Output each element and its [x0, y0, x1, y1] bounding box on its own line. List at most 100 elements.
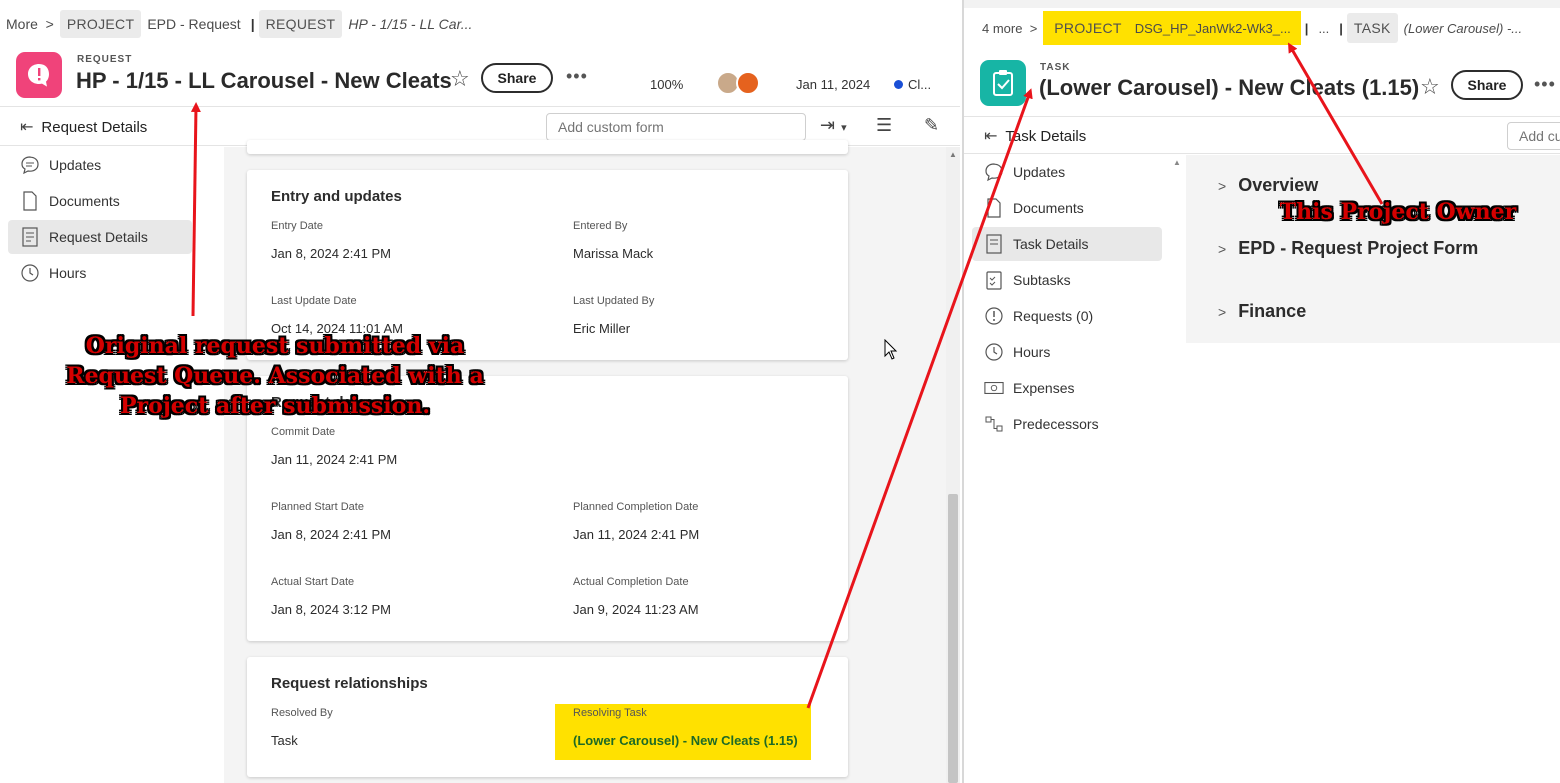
breadcrumb: More > PROJECT EPD - Request | REQUEST H…: [0, 10, 478, 38]
card-title: Entry and updates: [271, 188, 402, 205]
annotation-request-note: Original request submitted via Request Q…: [66, 333, 484, 419]
page-title[interactable]: (Lower Carousel) - New Cleats (1.15): [1039, 75, 1419, 101]
collapse-panel-icon[interactable]: ⇤: [984, 126, 997, 146]
scroll-up-icon[interactable]: ▲: [949, 150, 957, 159]
request-icon: [16, 52, 62, 98]
chevron-right-icon: >: [1218, 177, 1227, 194]
breadcrumb-more[interactable]: 4 more >: [976, 13, 1043, 43]
object-type-label: REQUEST: [77, 54, 133, 65]
entered-by-value[interactable]: Marissa Mack: [573, 246, 653, 261]
actual-start-value: Jan 8, 2024 3:12 PM: [271, 602, 391, 617]
nav-item-updates[interactable]: Updates: [8, 148, 192, 182]
project-highlight: PROJECT DSG_HP_JanWk2-Wk3_...: [1043, 11, 1301, 45]
collapse-panel-icon[interactable]: ⇤: [20, 117, 33, 137]
chevron-right-icon: >: [1218, 240, 1227, 257]
section-finance[interactable]: > Finance: [1218, 301, 1306, 322]
details-toolbar: ⇤ Task Details: [964, 116, 1560, 154]
nav-item-updates[interactable]: Updates: [972, 155, 1162, 189]
nav-item-hours[interactable]: Hours: [8, 256, 192, 290]
window-top-strip: [964, 0, 1560, 8]
money-icon: [984, 378, 1004, 398]
star-icon[interactable]: ☆: [450, 66, 470, 92]
last-update-label: Last Update Date: [271, 295, 357, 307]
planned-start-label: Planned Start Date: [271, 501, 364, 513]
nav-item-hours[interactable]: Hours: [972, 335, 1162, 369]
previous-card: [247, 140, 848, 154]
nav-item-predecessors[interactable]: Predecessors: [972, 407, 1162, 441]
share-button[interactable]: Share: [1451, 70, 1523, 100]
nav-item-expenses[interactable]: Expenses: [972, 371, 1162, 405]
details-icon: [984, 234, 1004, 254]
nav-item-task-details[interactable]: Task Details: [972, 227, 1162, 261]
status-dot-icon: [894, 80, 903, 89]
add-custom-form-input[interactable]: [1507, 122, 1560, 150]
chevron-right-icon: >: [1218, 303, 1227, 320]
object-type-label: TASK: [1040, 62, 1071, 73]
move-icon[interactable]: ⇥ ▾: [820, 115, 847, 136]
scroll-up-icon[interactable]: ▲: [1173, 158, 1181, 167]
request-relationships-card: Request relationships Resolved By Task R…: [247, 657, 848, 777]
breadcrumb-request-current: HP - 1/15 - LL Car...: [348, 16, 473, 32]
task-pane: 4 more > PROJECT DSG_HP_JanWk2-Wk3_... |…: [962, 0, 1560, 783]
breadcrumb-task-current: (Lower Carousel) -...: [1403, 20, 1523, 36]
annotation-project-owner: This Project Owner: [1279, 199, 1517, 225]
request-bubble-icon: [984, 306, 1004, 326]
planned-completion-value: Jan 11, 2024 2:41 PM: [573, 527, 700, 542]
breadcrumb-ellipsis[interactable]: ...: [1312, 13, 1335, 43]
edit-pencil-icon[interactable]: ✎: [924, 115, 939, 136]
breadcrumb-separator: |: [1304, 20, 1309, 36]
entered-by-label: Entered By: [573, 220, 628, 232]
nav-item-request-details[interactable]: Request Details: [8, 220, 192, 254]
panel-title[interactable]: ⇤ Task Details: [984, 126, 1086, 146]
resolved-by-value: Task: [271, 733, 298, 748]
request-header: REQUEST HP - 1/15 - LL Carousel - New Cl…: [16, 50, 960, 100]
screenshot-root: More > PROJECT EPD - Request | REQUEST H…: [0, 0, 1560, 783]
nav-item-subtasks[interactable]: Subtasks: [972, 263, 1162, 297]
breadcrumb-project-tag: PROJECT: [59, 10, 142, 38]
task-details-content: > Overview > EPD - Request Project Form > F…: [1186, 155, 1560, 343]
document-icon: [20, 191, 40, 211]
clock-icon: [984, 342, 1004, 362]
nav-item-documents[interactable]: Documents: [8, 184, 192, 218]
last-updated-by-value[interactable]: Eric Miller: [573, 321, 630, 336]
scrollbar-thumb[interactable]: [948, 494, 958, 783]
breadcrumb: 4 more > PROJECT DSG_HP_JanWk2-Wk3_... |…: [976, 11, 1528, 45]
team-avatar[interactable]: [736, 71, 760, 95]
add-custom-form-input[interactable]: [546, 113, 806, 141]
nav-item-documents[interactable]: Documents: [972, 191, 1162, 225]
task-sidenav: Updates Documents Task Details Subtasks …: [972, 155, 1162, 443]
resolved-by-label: Resolved By: [271, 707, 333, 719]
planned-completion-label: Planned Completion Date: [573, 501, 699, 513]
planned-date[interactable]: Jan 11, 2024: [796, 77, 870, 92]
page-title[interactable]: HP - 1/15 - LL Carousel - New Cleats: [76, 68, 452, 94]
share-button[interactable]: Share: [481, 63, 553, 93]
star-icon[interactable]: ☆: [1420, 74, 1440, 100]
breadcrumb-project-tag: PROJECT: [1054, 20, 1122, 36]
last-updated-by-label: Last Updated By: [573, 295, 655, 307]
more-options-icon[interactable]: •••: [566, 66, 588, 87]
request-sidenav: Updates Documents Request Details Hours: [8, 148, 192, 292]
clock-icon: [20, 263, 40, 283]
details-icon: [20, 227, 40, 247]
entry-date-label: Entry Date: [271, 220, 323, 232]
section-overview[interactable]: > Overview: [1218, 175, 1318, 196]
status-badge[interactable]: Cl...: [894, 77, 931, 92]
breadcrumb-more[interactable]: More >: [0, 10, 60, 38]
nav-item-requests[interactable]: Requests (0): [972, 299, 1162, 333]
predecessor-icon: [984, 414, 1004, 434]
checklist-icon: [984, 270, 1004, 290]
breadcrumb-request-tag: REQUEST: [258, 10, 343, 38]
commit-date-label: Commit Date: [271, 426, 336, 438]
breadcrumb-project-link[interactable]: EPD - Request: [141, 10, 246, 38]
breadcrumb-separator: |: [250, 16, 255, 32]
card-title: Request relationships: [271, 675, 428, 692]
panel-title[interactable]: ⇤ Request Details: [20, 117, 147, 137]
resolving-task-link[interactable]: (Lower Carousel) - New Cleats (1.15): [573, 733, 798, 748]
section-project-form[interactable]: > EPD - Request Project Form: [1218, 238, 1478, 259]
breadcrumb-project-link[interactable]: DSG_HP_JanWk2-Wk3_...: [1129, 13, 1297, 43]
actual-completion-value: Jan 9, 2024 11:23 AM: [573, 602, 699, 617]
actual-start-label: Actual Start Date: [271, 576, 355, 588]
more-options-icon[interactable]: •••: [1534, 74, 1556, 95]
resolving-task-label: Resolving Task: [573, 707, 647, 719]
list-layout-icon[interactable]: ☰: [876, 115, 892, 136]
